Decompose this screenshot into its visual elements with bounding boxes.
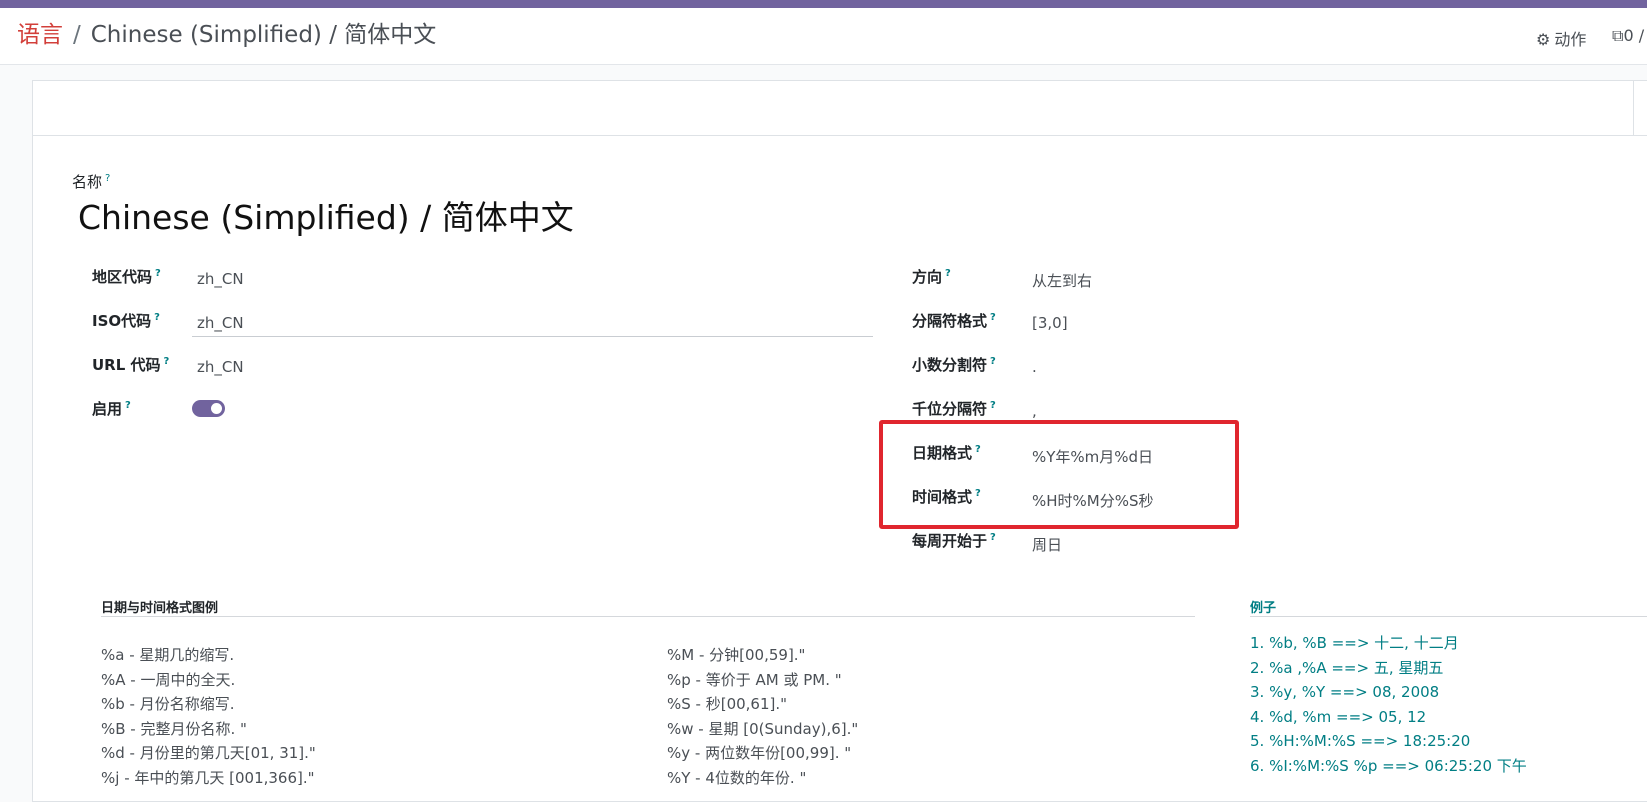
- highlight-annotation-box: [879, 420, 1239, 529]
- legend-item: %w - 星期 [0(Sunday),6].": [667, 719, 859, 738]
- field-label-active: 启用?: [92, 400, 131, 418]
- week-start-field[interactable]: 周日: [1032, 534, 1062, 555]
- field-label-locale-code: 地区代码?: [92, 268, 161, 286]
- field-label-decimal-separator: 小数分割符?: [912, 356, 996, 374]
- help-tooltip-icon[interactable]: ?: [990, 400, 996, 411]
- legend-item: %b - 月份名称缩写.: [101, 695, 235, 713]
- iso-code-field[interactable]: zh_CN: [197, 314, 244, 332]
- toggle-knob: [211, 403, 222, 414]
- url-code-field[interactable]: zh_CN: [197, 358, 244, 376]
- help-tooltip-icon[interactable]: ?: [990, 356, 996, 367]
- breadcrumb: 语言 / Chinese (Simplified) / 简体中文: [17, 20, 436, 50]
- legend-item: %a - 星期几的缩写.: [101, 646, 235, 664]
- legend-title: 日期与时间格式图例: [101, 601, 219, 616]
- help-tooltip-icon[interactable]: ?: [990, 312, 996, 323]
- separator-format-field[interactable]: [3,0]: [1032, 314, 1068, 332]
- legend-item: %j - 年中的第几天 [001,366].": [101, 768, 315, 787]
- legend-item: %A - 一周中的全天.: [101, 670, 236, 689]
- legend-column-1: %a - 星期几的缩写. %A - 一周中的全天. %b - 月份名称缩写. %…: [101, 643, 316, 790]
- field-label-separator-format: 分隔符格式?: [912, 312, 996, 330]
- pager-value: 0 / 1: [1623, 26, 1647, 45]
- actions-label: 动作: [1554, 30, 1587, 49]
- example-item: 3. %y, %Y ==> 08, 2008: [1250, 683, 1440, 701]
- legend-item: %p - 等价于 AM 或 PM. ": [667, 670, 842, 689]
- example-item: 5. %H:%M:%S ==> 18:25:20: [1250, 732, 1471, 750]
- legend-item: %y - 两位数年份[00,99]. ": [667, 744, 852, 762]
- help-tooltip-icon[interactable]: ?: [945, 268, 951, 279]
- legend-item: %d - 月份里的第几天[01, 31].": [101, 744, 316, 762]
- help-tooltip-icon[interactable]: ?: [154, 312, 160, 323]
- help-tooltip-icon[interactable]: ?: [990, 532, 996, 543]
- legend-item: %Y - 4位数的年份. ": [667, 768, 807, 787]
- top-navbar: [0, 0, 1647, 8]
- decimal-separator-field[interactable]: .: [1032, 358, 1037, 376]
- breadcrumb-current: Chinese (Simplified) / 简体中文: [90, 22, 437, 48]
- legend-item: %M - 分钟[00,59].": [667, 646, 806, 664]
- copy-icon: ⧉: [1612, 26, 1624, 45]
- pager[interactable]: ⧉0 / 1: [1612, 26, 1647, 46]
- control-panel: 语言 / Chinese (Simplified) / 简体中文 ⚙ 动作 ⧉0 / …: [0, 8, 1647, 65]
- legend-item: %B - 完整月份名称. ": [101, 719, 247, 738]
- help-tooltip-icon[interactable]: ?: [125, 400, 131, 411]
- field-label-direction: 方向?: [912, 268, 951, 286]
- field-label-week-start: 每周开始于?: [912, 532, 996, 550]
- examples-list: 1. %b, %B ==> 十二, 十二月 2. %a ,%A ==> 五, 星…: [1250, 631, 1527, 778]
- actions-menu-button[interactable]: ⚙ 动作: [1536, 26, 1586, 50]
- locale-code-field[interactable]: zh_CN: [197, 270, 244, 288]
- thousands-separator-field[interactable]: ,: [1032, 402, 1037, 420]
- active-toggle[interactable]: [192, 400, 225, 417]
- example-item: 4. %d, %m ==> 05, 12: [1250, 707, 1427, 726]
- legend-item: %S - 秒[00,61].": [667, 695, 788, 713]
- legend-column-2: %M - 分钟[00,59]." %p - 等价于 AM 或 PM. " %S …: [667, 643, 858, 790]
- field-label-thousands-separator: 千位分隔符?: [912, 400, 996, 418]
- name-label: 名称?: [72, 173, 111, 191]
- example-item: 6. %I:%M:%S %p ==> 06:25:20 下午: [1250, 756, 1527, 775]
- examples-title: 例子: [1250, 601, 1277, 616]
- form-statusbar: [33, 81, 1647, 136]
- examples-divider: [1250, 616, 1647, 617]
- breadcrumb-separator: /: [73, 22, 81, 48]
- gear-icon: ⚙: [1536, 30, 1551, 49]
- field-label-iso-code: ISO代码?: [92, 312, 160, 330]
- help-tooltip-icon[interactable]: ?: [164, 356, 170, 367]
- example-item: 2. %a ,%A ==> 五, 星期五: [1250, 658, 1444, 677]
- legend-divider: [101, 616, 1195, 617]
- name-field[interactable]: Chinese (Simplified) / 简体中文: [78, 196, 574, 240]
- help-tooltip-icon[interactable]: ?: [105, 173, 110, 184]
- help-tooltip-icon[interactable]: ?: [155, 268, 161, 279]
- example-item: 1. %b, %B ==> 十二, 十二月: [1250, 634, 1459, 652]
- direction-field[interactable]: 从左到右: [1032, 270, 1092, 291]
- breadcrumb-languages-link[interactable]: 语言: [17, 22, 63, 48]
- field-label-url-code: URL 代码?: [92, 356, 170, 374]
- input-underline: [192, 336, 873, 337]
